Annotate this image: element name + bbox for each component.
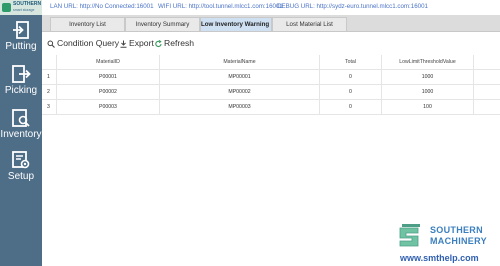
connection-status-bar: LAN URL: http://No Connected:16001 WIFI … [42, 0, 500, 15]
table-row[interactable]: 2 P00002 MP00002 0 1000 [42, 85, 500, 100]
cell-material-id: P00001 [99, 74, 117, 80]
column-header-total[interactable]: Total [320, 55, 381, 70]
refresh-icon [155, 39, 162, 47]
column-header-material-id[interactable]: MaterialID [57, 55, 159, 70]
cell-material-name: MP00002 [228, 89, 251, 95]
export-button[interactable]: Export [120, 38, 154, 49]
sidebar: SOUTHERN smart storage Putting Picking I… [0, 0, 42, 266]
condition-query-button[interactable]: Condition Query [47, 38, 119, 49]
tab-lost-material-list[interactable]: Lost Material List [272, 17, 347, 31]
setup-icon [12, 151, 30, 169]
wifi-url: WIFI URL: http://tool.tunnel.mlcc1.com:1… [158, 3, 283, 10]
brand-logo-icon [399, 224, 420, 247]
cell-low-limit: 100 [423, 104, 432, 110]
logo-line1: SOUTHERN [13, 1, 42, 7]
export-icon [120, 40, 127, 48]
table-header-row: MaterialID MaterialName Total LowLimitTh… [42, 55, 500, 70]
sidebar-item-label: Inventory [0, 129, 42, 140]
table-row[interactable]: 1 P00001 MP00001 0 1000 [42, 70, 500, 85]
sidebar-item-label: Setup [7, 171, 35, 182]
sidebar-item-putting[interactable]: Putting [0, 20, 42, 60]
refresh-label: Refresh [164, 38, 195, 48]
row-index: 2 [47, 89, 50, 95]
inventory-icon [12, 109, 30, 127]
cell-material-name: MP00003 [228, 104, 251, 110]
cell-material-id: P00003 [99, 104, 117, 110]
cell-low-limit: 1000 [421, 74, 434, 80]
brand-watermark: SOUTHERN MACHINERY [396, 222, 496, 252]
brand-line1: SOUTHERN [430, 225, 483, 235]
logo-mark-icon [2, 3, 11, 12]
app-window: SOUTHERN smart storage Putting Picking I… [0, 0, 500, 266]
app-logo: SOUTHERN smart storage [0, 0, 42, 15]
logo-line2: smart storage [13, 8, 35, 12]
picking-icon [12, 65, 31, 83]
tab-low-inventory-warning[interactable]: Low Inventory Warning Li [200, 17, 272, 31]
refresh-button[interactable]: Refresh [155, 38, 194, 49]
sidebar-item-picking[interactable]: Picking [0, 64, 42, 104]
tab-inventory-list[interactable]: Inventory List [50, 17, 125, 31]
tab-inventory-summary[interactable]: Inventory Summary [125, 17, 200, 31]
cell-total: 0 [349, 74, 352, 80]
column-header-low-limit[interactable]: LowLimitThresholdValue [382, 55, 473, 70]
condition-query-label: Condition Query [57, 38, 120, 48]
sidebar-item-label: Putting [5, 41, 37, 52]
sidebar-item-label: Picking [4, 85, 38, 96]
export-label: Export [129, 38, 154, 48]
cell-low-limit: 1000 [421, 89, 434, 95]
sidebar-item-setup[interactable]: Setup [0, 150, 42, 190]
cell-material-name: MP00001 [228, 74, 251, 80]
cell-total: 0 [349, 89, 352, 95]
column-header-index [42, 55, 56, 70]
table-row[interactable]: 3 P00003 MP00003 0 100 [42, 100, 500, 115]
cell-total: 0 [349, 104, 352, 110]
search-icon [47, 40, 55, 48]
tab-bar: Inventory List Inventory Summary Low Inv… [42, 15, 500, 32]
website-watermark: www.smthelp.com [400, 253, 479, 263]
debug-url: DEBUG URL: http://sydz-euro.tunnel.mlcc1… [277, 3, 428, 10]
toolbar: Condition Query Export Refresh [42, 36, 500, 52]
row-index: 1 [47, 74, 50, 80]
row-index: 3 [47, 104, 50, 110]
cell-material-id: P00002 [99, 89, 117, 95]
lan-url: LAN URL: http://No Connected:16001 [50, 3, 154, 10]
putting-icon [13, 21, 29, 39]
brand-line2: MACHINERY [430, 236, 487, 246]
column-header-material-name[interactable]: MaterialName [160, 55, 319, 70]
sidebar-item-inventory[interactable]: Inventory [0, 108, 42, 148]
